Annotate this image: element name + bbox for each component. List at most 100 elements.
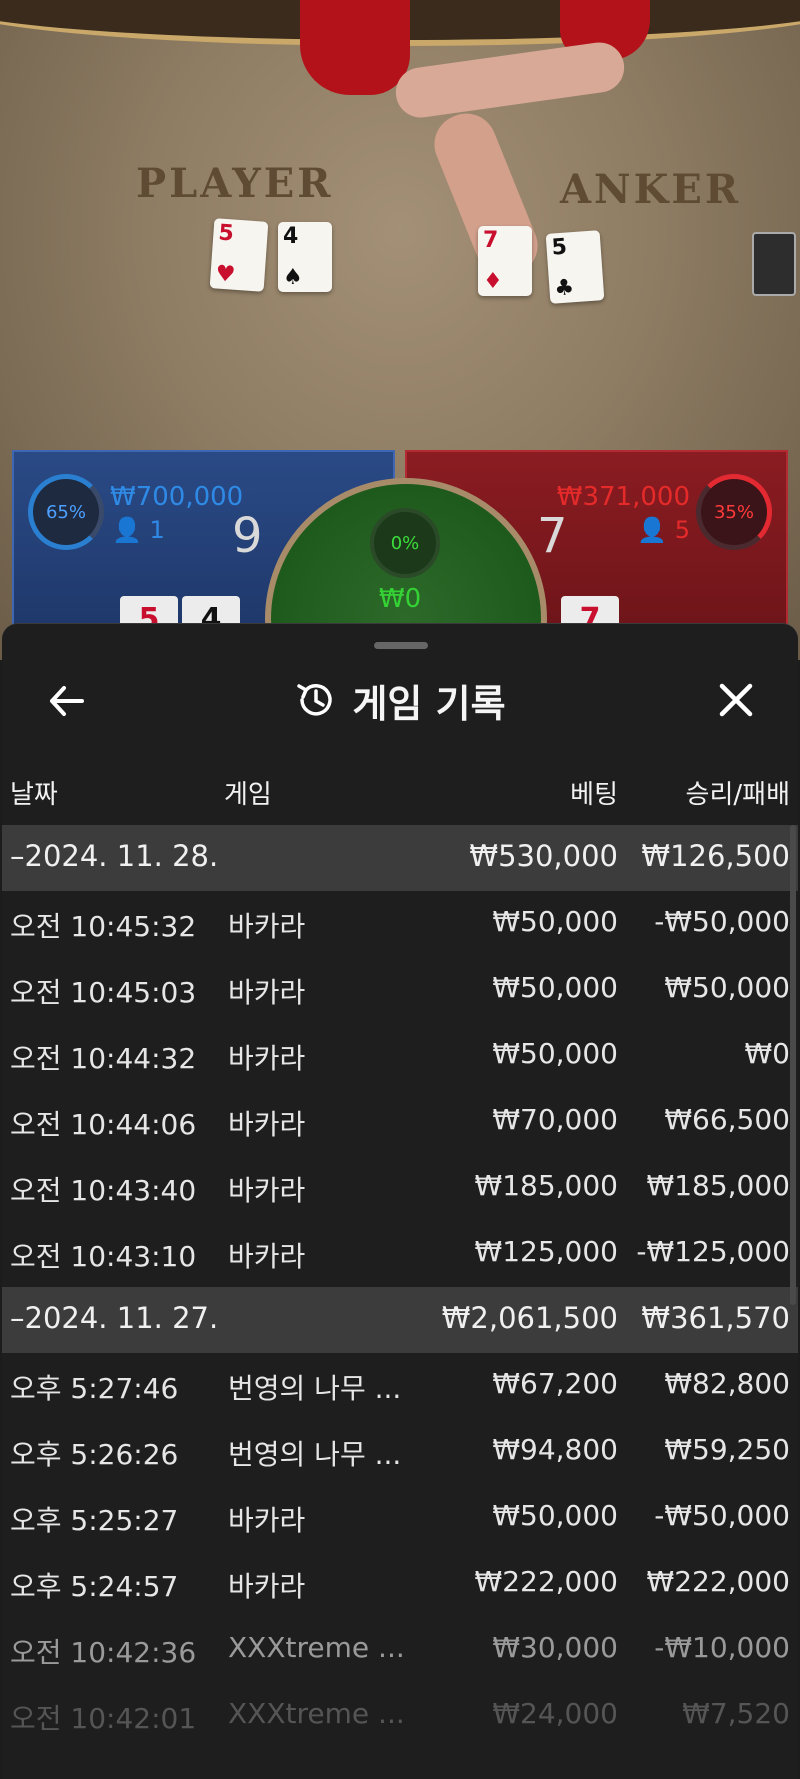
- group-date: –2024. 11. 28.: [10, 839, 219, 873]
- row-bet: ₩50,000: [492, 1499, 618, 1532]
- row-game: 바카라: [228, 910, 306, 943]
- history-list[interactable]: –2024. 11. 28. ₩530,000 ₩126,500 오전 10:4…: [2, 825, 798, 1749]
- row-result: ₩185,000: [646, 1169, 790, 1202]
- row-result: ₩50,000: [664, 971, 790, 1004]
- banker-bet-amount: ₩371,000: [556, 482, 690, 512]
- header-game: 게임: [224, 780, 272, 810]
- row-time: 오후 5:25:27: [10, 1504, 179, 1537]
- row-time: 오전 10:44:32: [10, 1042, 197, 1075]
- row-time: 오후 5:24:57: [10, 1570, 179, 1603]
- group-bet-total: ₩530,000: [469, 839, 618, 873]
- row-bet: ₩125,000: [474, 1235, 618, 1268]
- row-result: ₩82,800: [664, 1367, 790, 1400]
- tie-bet-amount: ₩0: [378, 584, 422, 614]
- row-bet: ₩24,000: [492, 1697, 618, 1730]
- history-row[interactable]: 오전 10:42:36 XXXtreme ... ₩30,000 -₩10,00…: [2, 1617, 798, 1683]
- row-bet: ₩70,000: [492, 1103, 618, 1136]
- row-result: ₩59,250: [664, 1433, 790, 1466]
- row-time: 오전 10:42:36: [10, 1636, 197, 1669]
- history-row[interactable]: 오전 10:45:03 바카라 ₩50,000 ₩50,000: [2, 957, 798, 1023]
- row-bet: ₩67,200: [492, 1367, 618, 1400]
- history-row[interactable]: 오전 10:44:06 바카라 ₩70,000 ₩66,500: [2, 1089, 798, 1155]
- history-row[interactable]: 오후 5:24:57 바카라 ₩222,000 ₩222,000: [2, 1551, 798, 1617]
- club-icon: ♣: [553, 275, 576, 302]
- row-time: 오전 10:44:06: [10, 1108, 197, 1141]
- row-result: ₩0: [744, 1037, 791, 1070]
- spade-icon: ♠: [283, 265, 303, 290]
- player-card-2: 4 ♠: [278, 222, 332, 292]
- row-bet: ₩50,000: [492, 905, 618, 938]
- row-result: -₩50,000: [654, 1499, 790, 1532]
- row-game: 바카라: [228, 976, 306, 1009]
- row-time: 오전 10:43:40: [10, 1174, 197, 1207]
- row-game: XXXtreme ...: [228, 1697, 405, 1730]
- history-row[interactable]: 오후 5:25:27 바카라 ₩50,000 -₩50,000: [2, 1485, 798, 1551]
- history-row[interactable]: 오후 5:26:26 번영의 나무 ... ₩94,800 ₩59,250: [2, 1419, 798, 1485]
- row-game: XXXtreme ...: [228, 1631, 405, 1664]
- row-time: 오후 5:26:26: [10, 1438, 179, 1471]
- group-result-total: ₩361,570: [641, 1301, 790, 1335]
- banker-card-1: 7 ♦: [478, 226, 532, 296]
- row-bet: ₩222,000: [474, 1565, 618, 1598]
- row-bet: ₩185,000: [474, 1169, 618, 1202]
- history-row[interactable]: 오전 10:43:40 바카라 ₩185,000 ₩185,000: [2, 1155, 798, 1221]
- history-row[interactable]: 오전 10:44:32 바카라 ₩50,000 ₩0: [2, 1023, 798, 1089]
- row-result: ₩222,000: [646, 1565, 790, 1598]
- banker-felt-label: ANKER: [560, 166, 742, 213]
- group-result-total: ₩126,500: [641, 839, 790, 873]
- close-button[interactable]: [710, 674, 762, 726]
- dealer-sleeve: [300, 0, 410, 95]
- date-group-header[interactable]: –2024. 11. 27. ₩2,061,500 ₩361,570: [2, 1287, 798, 1353]
- game-history-sheet: 게임 기록 날짜 게임 베팅 승리/패배 –2024. 11. 28. ₩530…: [2, 623, 798, 1779]
- row-bet: ₩94,800: [492, 1433, 618, 1466]
- card-shoe: [752, 232, 796, 296]
- player-bet-amount: ₩700,000: [110, 482, 244, 512]
- row-result: ₩7,520: [682, 1697, 790, 1730]
- row-result: -₩125,000: [636, 1235, 790, 1268]
- row-game: 번영의 나무 ...: [228, 1438, 402, 1471]
- history-row[interactable]: 오후 5:27:46 번영의 나무 ... ₩67,200 ₩82,800: [2, 1353, 798, 1419]
- row-time: 오전 10:43:10: [10, 1240, 197, 1273]
- heart-icon: ♥: [214, 261, 237, 288]
- column-headers: 날짜 게임 베팅 승리/패배: [2, 764, 798, 814]
- header-bet: 베팅: [570, 780, 618, 810]
- tie-percent-ring: 0%: [370, 508, 440, 578]
- history-row[interactable]: 오전 10:43:10 바카라 ₩125,000 -₩125,000: [2, 1221, 798, 1287]
- row-game: 바카라: [228, 1042, 306, 1075]
- row-time: 오후 5:27:46: [10, 1372, 179, 1405]
- row-result: -₩50,000: [654, 905, 790, 938]
- group-date: –2024. 11. 27.: [10, 1301, 219, 1335]
- row-bet: ₩50,000: [492, 1037, 618, 1070]
- header-result: 승리/패배: [685, 780, 790, 810]
- diamond-icon: ♦: [483, 269, 503, 294]
- row-bet: ₩30,000: [492, 1631, 618, 1664]
- row-game: 바카라: [228, 1108, 306, 1141]
- row-time: 오전 10:45:03: [10, 976, 197, 1009]
- scrollbar[interactable]: [790, 825, 796, 1305]
- sheet-header: 게임 기록: [2, 670, 798, 730]
- user-icon: 👤: [637, 516, 668, 544]
- row-bet: ₩50,000: [492, 971, 618, 1004]
- player-percent-ring: 65%: [28, 474, 104, 550]
- row-game: 바카라: [228, 1570, 306, 1603]
- player-bettor-count: 👤 1: [112, 516, 165, 544]
- sheet-title: 게임 기록: [352, 681, 506, 726]
- banker-percent-ring: 35%: [696, 474, 772, 550]
- drag-handle[interactable]: [374, 642, 428, 649]
- close-icon: [719, 683, 753, 717]
- user-icon: 👤: [112, 516, 142, 544]
- history-row[interactable]: 오전 10:42:01 XXXtreme ... ₩24,000 ₩7,520: [2, 1683, 798, 1749]
- row-game: 바카라: [228, 1240, 306, 1273]
- row-game: 바카라: [228, 1174, 306, 1207]
- row-time: 오전 10:45:32: [10, 910, 197, 943]
- date-group-header[interactable]: –2024. 11. 28. ₩530,000 ₩126,500: [2, 825, 798, 891]
- player-score: 9: [232, 508, 263, 564]
- banker-card-2: 5 ♣: [545, 230, 605, 304]
- group-bet-total: ₩2,061,500: [441, 1301, 618, 1335]
- player-card-1: 5 ♥: [209, 218, 269, 292]
- row-game: 번영의 나무 ...: [228, 1372, 402, 1405]
- banker-bettor-count: 👤 5: [637, 516, 690, 544]
- history-row[interactable]: 오전 10:45:32 바카라 ₩50,000 -₩50,000: [2, 891, 798, 957]
- banker-score: 7: [537, 508, 568, 564]
- player-felt-label: PLAYER: [136, 160, 334, 207]
